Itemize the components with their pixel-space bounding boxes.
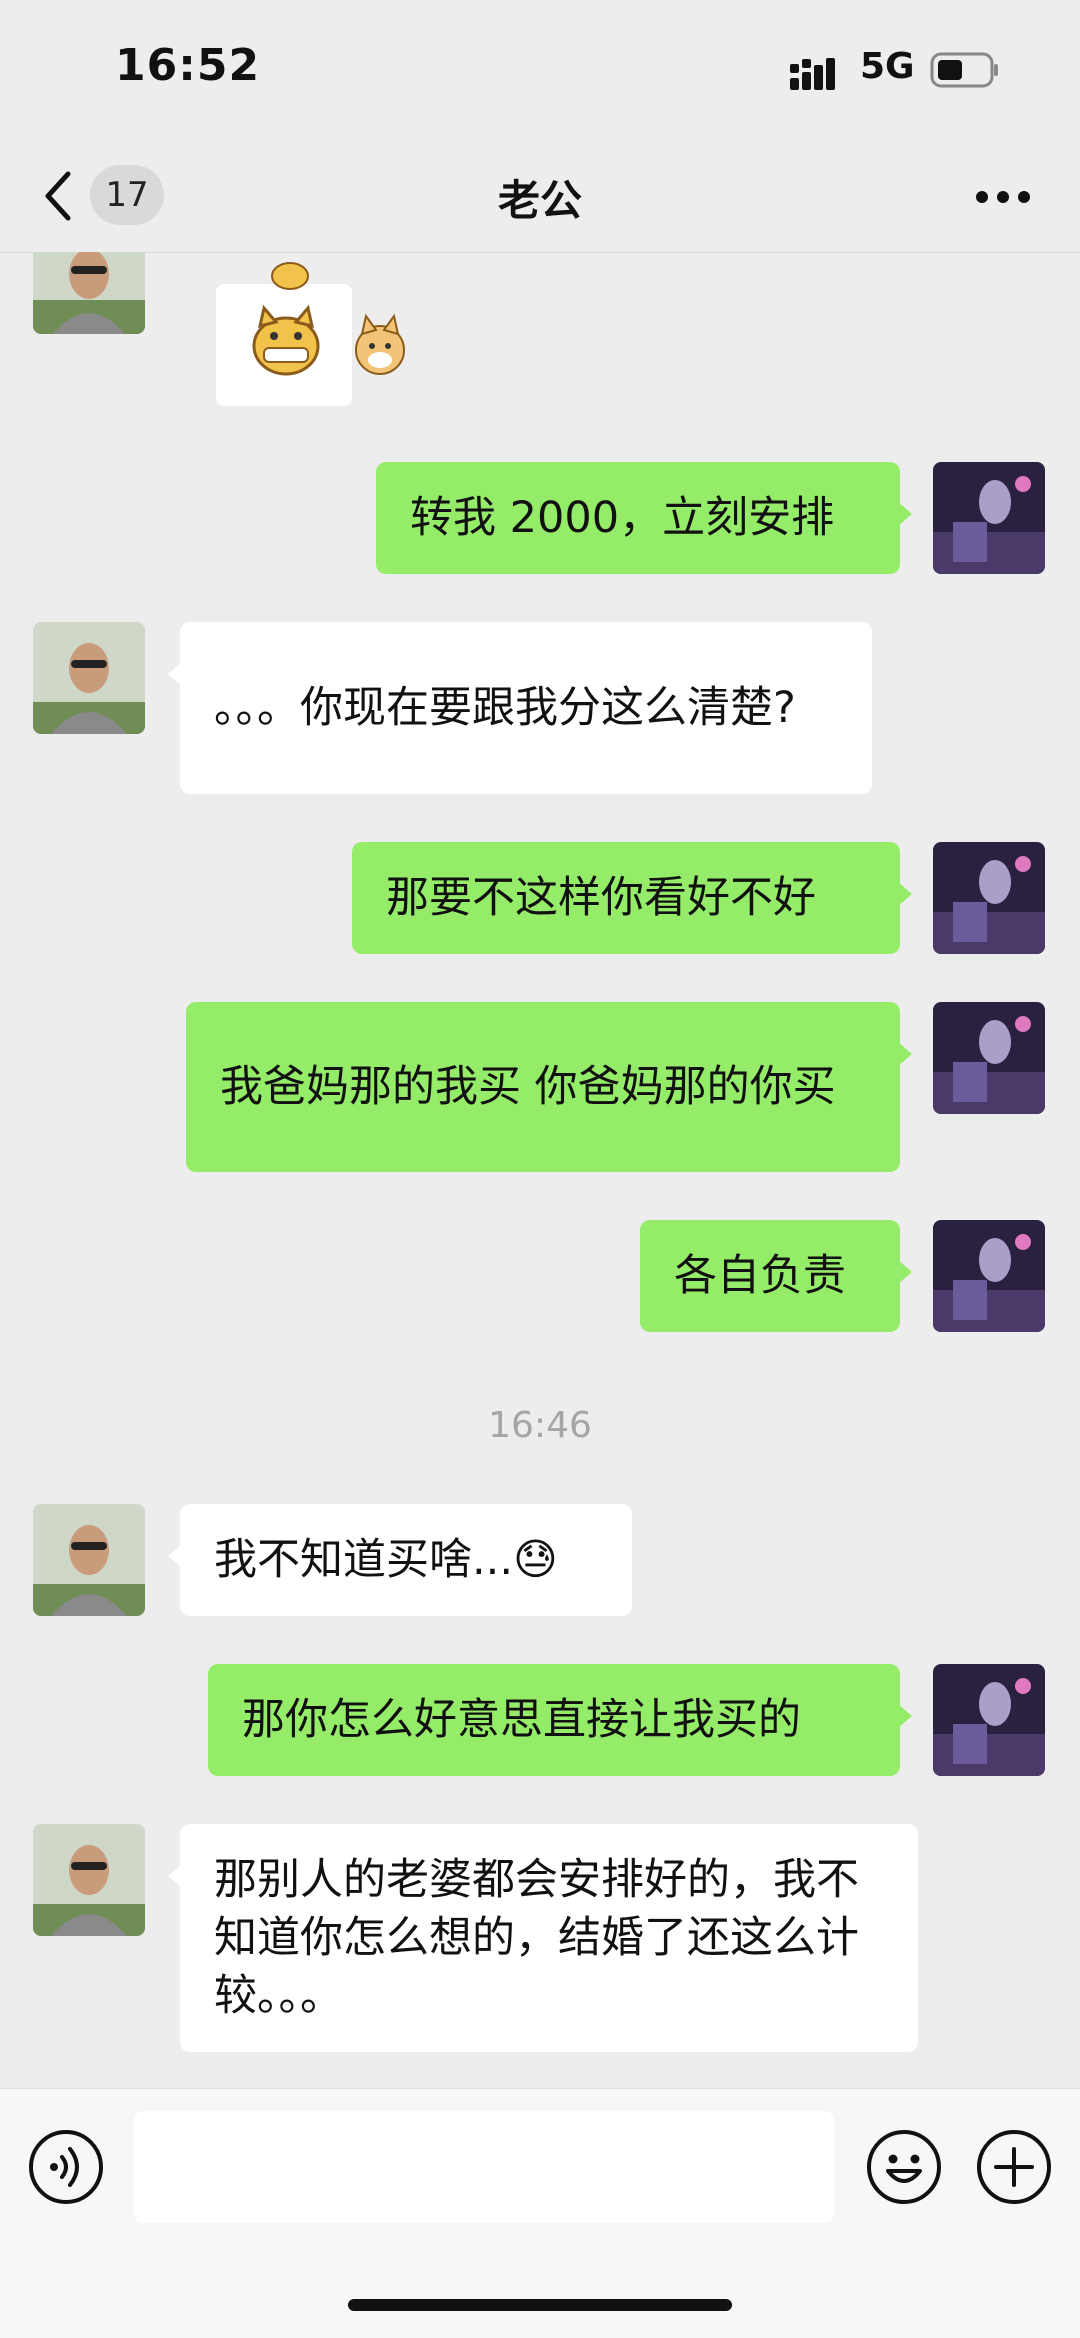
contact-avatar[interactable] xyxy=(33,622,145,734)
message-text: 那要不这样你看好不好 xyxy=(386,873,816,923)
my-avatar[interactable] xyxy=(933,462,1045,574)
doge-sticker-icon xyxy=(355,313,405,375)
message-text: 。。。你现在要跟我分这么清楚? xyxy=(214,683,796,733)
add-attachment-icon[interactable] xyxy=(976,2129,1052,2205)
status-time: 16:52 xyxy=(115,40,261,91)
signal-icon xyxy=(790,58,835,90)
message-text: 转我 2000，立刻安排 xyxy=(410,493,835,543)
emoji-icon[interactable] xyxy=(866,2129,942,2205)
message-text: 那你怎么好意思直接让我买的 xyxy=(242,1695,801,1745)
my-message-bubble[interactable]: 那要不这样你看好不好 xyxy=(352,842,912,954)
home-indicator[interactable] xyxy=(348,2299,732,2311)
my-avatar[interactable] xyxy=(933,1002,1045,1114)
my-avatar[interactable] xyxy=(933,842,1045,954)
message-text: 各自负责 xyxy=(674,1251,846,1301)
sticker-message[interactable] xyxy=(216,284,352,406)
chat-title: 老公 xyxy=(497,176,582,225)
message-input[interactable] xyxy=(134,2111,834,2223)
message-text: 那别人的老婆都会安排好的，我不知道你怎么想的，结婚了还这么计较。。。 xyxy=(214,1855,859,2021)
network-type: 5G xyxy=(860,46,915,87)
cat-sticker-icon xyxy=(252,304,320,376)
contact-avatar[interactable] xyxy=(33,1824,145,1936)
contact-message-bubble[interactable]: 我不知道买啥...😓 xyxy=(168,1504,632,1616)
message-text: 我爸妈那的我买 你爸妈那的你买 xyxy=(220,1062,836,1112)
status-bar: 16:52 5G xyxy=(0,0,1080,140)
my-avatar[interactable] xyxy=(933,1664,1045,1776)
my-avatar[interactable] xyxy=(933,1220,1045,1332)
message-text: 我不知道买啥...😓 xyxy=(214,1535,558,1585)
contact-message-bubble[interactable]: 。。。你现在要跟我分这么清楚? xyxy=(168,622,872,794)
contact-avatar[interactable] xyxy=(33,252,145,334)
my-message-bubble[interactable]: 各自负责 xyxy=(640,1220,912,1332)
my-message-bubble[interactable]: 那你怎么好意思直接让我买的 xyxy=(208,1664,912,1776)
my-message-bubble[interactable]: 转我 2000，立刻安排 xyxy=(376,462,912,574)
message-timestamp: 16:46 xyxy=(488,1405,592,1446)
more-options-icon[interactable] xyxy=(975,190,1031,204)
contact-avatar[interactable] xyxy=(33,1504,145,1616)
my-message-bubble[interactable]: 我爸妈那的我买 你爸妈那的你买 xyxy=(186,1002,912,1172)
input-bar xyxy=(0,2088,1080,2338)
contact-message-bubble[interactable]: 那别人的老婆都会安排好的，我不知道你怎么想的，结婚了还这么计较。。。 xyxy=(168,1824,918,2052)
small-cat-sticker-icon xyxy=(271,262,309,290)
voice-input-icon[interactable] xyxy=(28,2129,104,2205)
battery-icon xyxy=(930,52,998,88)
chat-header: 17 老公 xyxy=(0,140,1080,253)
